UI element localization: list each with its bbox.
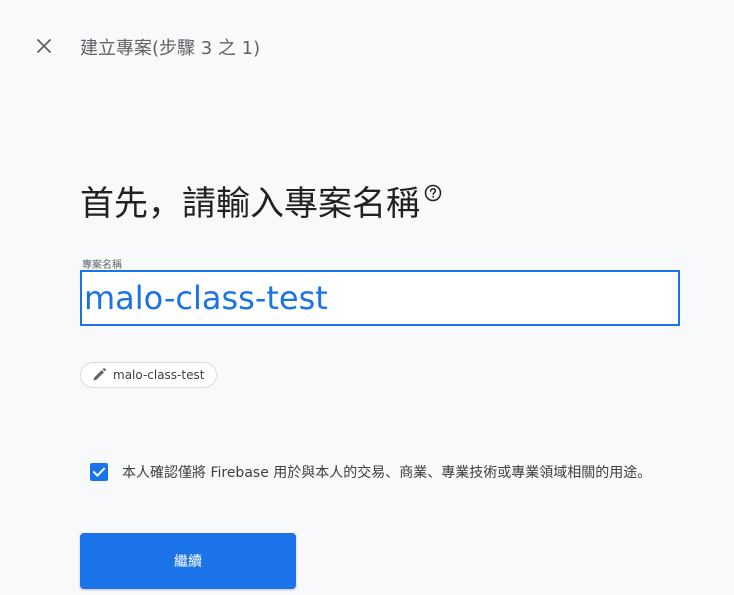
project-name-input[interactable] — [82, 272, 674, 324]
page-title: 建立專案(步驟 3 之 1) — [80, 38, 261, 59]
continue-button[interactable]: 繼續 — [80, 533, 296, 589]
checkmark-icon — [92, 467, 106, 478]
consent-checkbox[interactable] — [90, 463, 108, 481]
project-id-chip[interactable]: malo-class-test — [80, 362, 218, 388]
header: 建立專案(步驟 3 之 1) — [0, 0, 734, 92]
project-name-label: 專案名稱 — [82, 260, 122, 271]
consent-text: 本人確認僅將 Firebase 用於與本人的交易、商業、專業技術或專業領域相關的… — [122, 465, 652, 481]
create-project-page: 建立專案(步驟 3 之 1) 首先，請輸入專案名稱 專案名稱 malo-clas… — [0, 0, 734, 595]
consent-row: 本人確認僅將 Firebase 用於與本人的交易、商業、專業技術或專業領域相關的… — [90, 462, 651, 482]
close-button[interactable] — [30, 32, 58, 60]
project-name-field — [80, 270, 680, 326]
project-id-label: malo-class-test — [113, 368, 205, 382]
help-circle-icon[interactable] — [424, 184, 442, 202]
close-icon — [37, 39, 51, 53]
main-heading: 首先，請輸入專案名稱 — [80, 184, 420, 224]
pencil-icon — [93, 368, 106, 381]
heading-row: 首先，請輸入專案名稱 — [80, 176, 442, 232]
